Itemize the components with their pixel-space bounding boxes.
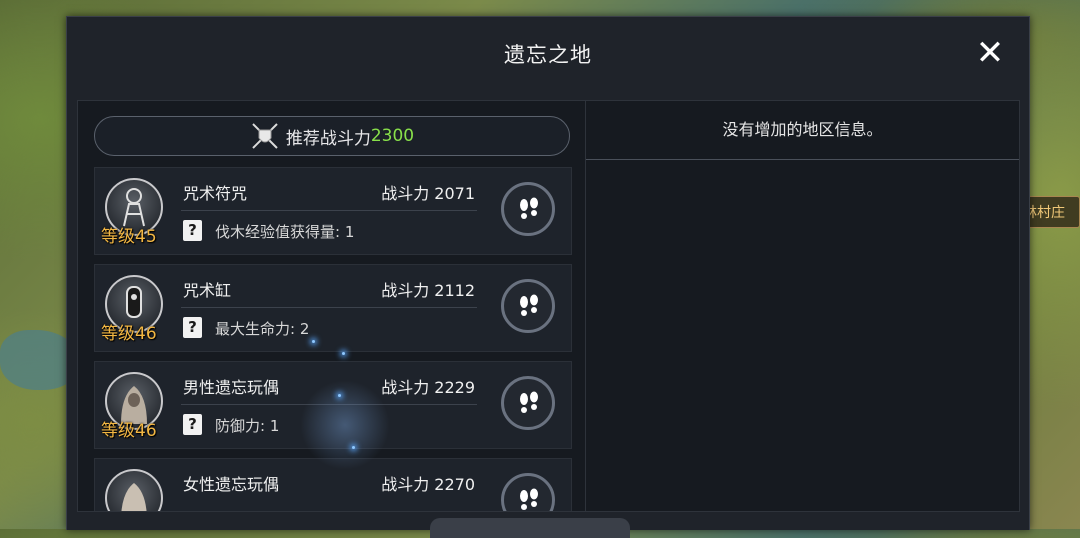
bottom-handle[interactable] [430, 518, 630, 538]
footsteps-button[interactable] [501, 473, 555, 511]
monster-bonus: 伐木经验值获得量: 1 [215, 223, 355, 241]
monster-name: 男性遗忘玩偶 [183, 378, 280, 397]
monster-name: 女性遗忘玩偶 [183, 475, 280, 494]
monster-bonus: 最大生命力: 2 [215, 320, 310, 338]
monster-power: 战斗力 2112 [381, 281, 475, 300]
close-button[interactable]: ✕ [973, 36, 1007, 71]
crossed-swords-shield-icon [252, 123, 278, 149]
footsteps-button[interactable] [501, 279, 555, 333]
sparkle [342, 352, 345, 355]
footsteps-icon [520, 391, 538, 413]
monster-bonus: 防御力: 1 [215, 417, 280, 435]
monster-power: 战斗力 2270 [381, 475, 475, 494]
dialog-title: 遗忘之地 [504, 43, 592, 67]
footsteps-button[interactable] [501, 376, 555, 430]
recommended-value: 2300 [370, 126, 415, 146]
row-divider [181, 210, 477, 211]
monster-power: 战斗力 2071 [381, 184, 475, 203]
monster-level: 等级45 [101, 227, 157, 247]
region-dialog: 遗忘之地 ✕ 推荐战斗力2300 等级45 咒术符咒 战斗力 2071 ? 伐 [66, 16, 1030, 530]
bonus-book-icon: ? [183, 220, 202, 241]
sparkle [312, 340, 315, 343]
monster-avatar [105, 469, 163, 511]
footsteps-icon [520, 488, 538, 510]
monster-level: 等级46 [101, 421, 157, 441]
bonus-book-icon: ? [183, 414, 202, 435]
region-info-text: 没有增加的地区信息。 [586, 101, 1019, 160]
bonus-book-icon: ? [183, 317, 202, 338]
monster-level: 等级46 [101, 324, 157, 344]
sparkle [352, 446, 355, 449]
sparkle [338, 394, 341, 397]
footsteps-icon [520, 294, 538, 316]
monster-name: 咒术缸 [183, 281, 232, 300]
monster-row[interactable]: 等级45 咒术符咒 战斗力 2071 ? 伐木经验值获得量: 1 [94, 167, 572, 255]
footsteps-icon [520, 197, 538, 219]
recommended-label: 推荐战斗力 [285, 128, 371, 149]
footsteps-button[interactable] [501, 182, 555, 236]
recommended-power-bar: 推荐战斗力 2300 [94, 116, 570, 156]
monster-row[interactable]: 等级46 咒术缸 战斗力 2112 ? 最大生命力: 2 [94, 264, 572, 352]
close-icon: ✕ [975, 33, 1005, 73]
region-info-panel: 没有增加的地区信息。 [585, 100, 1020, 512]
monster-power: 战斗力 2229 [381, 378, 475, 397]
monster-name: 咒术符咒 [183, 184, 248, 203]
row-divider [181, 307, 477, 308]
sparkle-glow [300, 380, 390, 470]
